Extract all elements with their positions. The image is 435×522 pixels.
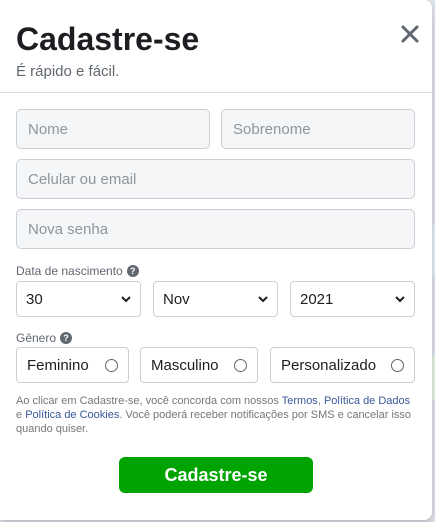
- terms-link[interactable]: Termos: [282, 395, 318, 407]
- birthday-month-value: Nov: [163, 290, 190, 308]
- gender-option-female[interactable]: Feminino: [16, 347, 129, 383]
- gender-label: Gênero ?: [16, 331, 73, 345]
- terms-text: Ao clicar em Cadastre-se, você concorda …: [16, 395, 282, 407]
- terms-notice: Ao clicar em Cadastre-se, você concorda …: [16, 394, 416, 436]
- cookie-policy-link[interactable]: Política de Cookies: [25, 409, 119, 421]
- chevron-down-icon: [258, 296, 268, 303]
- birthday-day-value: 30: [26, 290, 43, 308]
- new-password-input[interactable]: [16, 209, 415, 249]
- radio-button[interactable]: [391, 358, 404, 372]
- birthday-label-text: Data de nascimento: [16, 264, 123, 278]
- data-policy-link[interactable]: Política de Dados: [324, 395, 410, 407]
- birthday-year-value: 2021: [300, 290, 334, 308]
- gender-option-label: Feminino: [27, 356, 89, 374]
- help-icon[interactable]: ?: [126, 265, 139, 277]
- terms-text: e: [16, 409, 26, 421]
- dialog-title: Cadastre-se: [16, 21, 200, 57]
- dialog-header: Cadastre-se É rápido e fácil.: [0, 0, 432, 93]
- contact-input[interactable]: [16, 159, 415, 199]
- dialog-subtitle: É rápido e fácil.: [16, 63, 120, 80]
- gender-option-label: Personalizado: [281, 356, 377, 374]
- close-icon: [401, 25, 419, 43]
- gender-option-male[interactable]: Masculino: [140, 347, 258, 383]
- birthday-label: Data de nascimento ?: [16, 264, 139, 278]
- first-name-input[interactable]: [16, 109, 210, 149]
- chevron-down-icon: [395, 296, 405, 303]
- birthday-year-select[interactable]: 2021: [290, 281, 415, 317]
- last-name-input[interactable]: [221, 109, 415, 149]
- radio-button[interactable]: [105, 358, 118, 372]
- close-button[interactable]: [398, 22, 422, 46]
- help-icon[interactable]: ?: [60, 332, 73, 344]
- signup-submit-button[interactable]: Cadastre-se: [119, 457, 313, 493]
- gender-label-text: Gênero: [16, 331, 57, 345]
- chevron-down-icon: [121, 296, 131, 303]
- birthday-day-select[interactable]: 30: [16, 281, 141, 317]
- gender-option-custom[interactable]: Personalizado: [270, 347, 415, 383]
- birthday-month-select[interactable]: Nov: [153, 281, 278, 317]
- radio-button[interactable]: [234, 358, 247, 372]
- signup-dialog: Cadastre-se É rápido e fácil. Data de na…: [0, 0, 432, 520]
- gender-option-label: Masculino: [151, 356, 219, 374]
